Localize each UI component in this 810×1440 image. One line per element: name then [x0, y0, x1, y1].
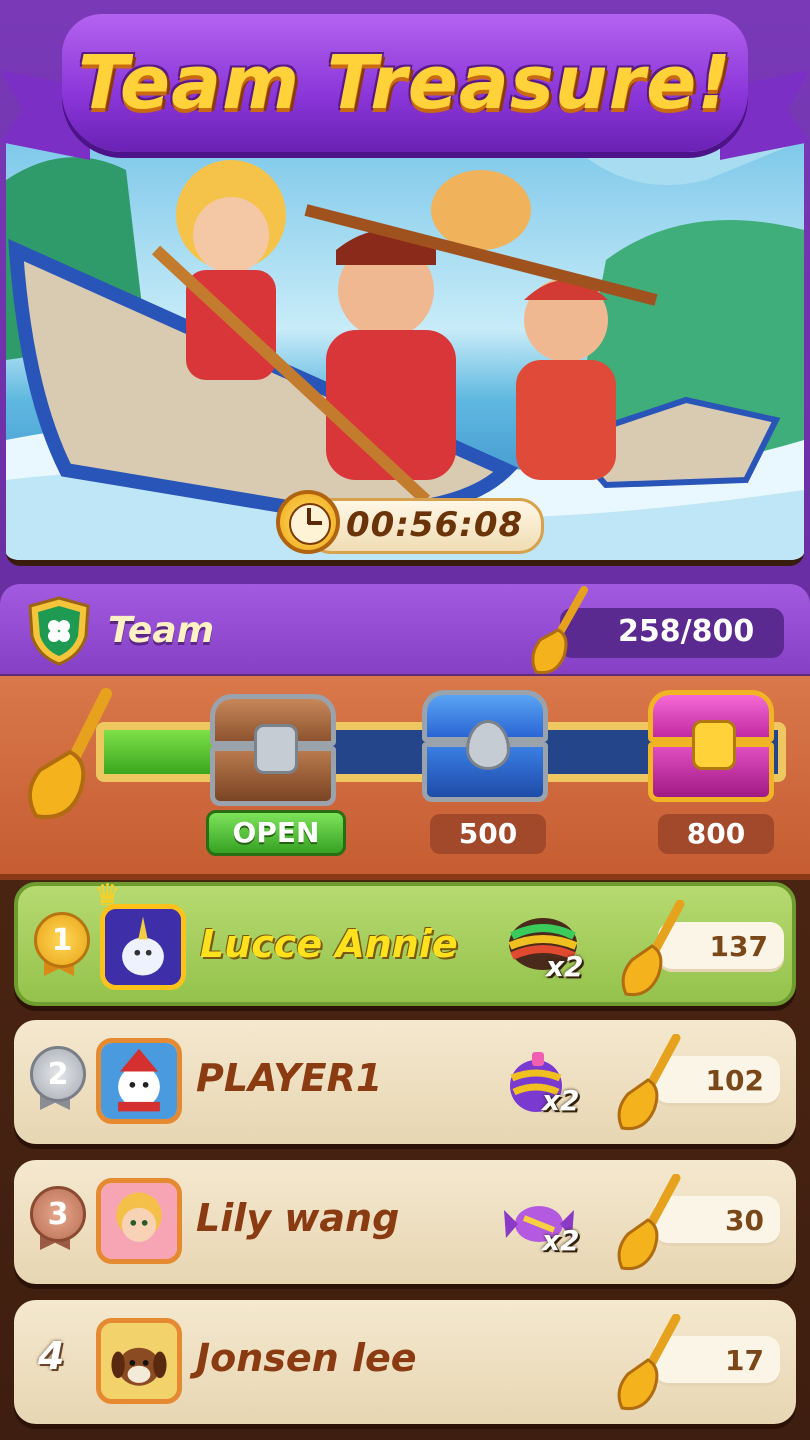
- player-row[interactable]: 1 ♛ Lucce Annie x2 137: [14, 878, 796, 1006]
- event-timer: 00:56:08: [276, 490, 544, 554]
- player-name: Jonsen lee: [196, 1336, 417, 1380]
- player-score: 102: [705, 1064, 764, 1097]
- clock-icon: [276, 490, 340, 554]
- rank-number: 4: [38, 1334, 65, 1378]
- player-name: Lucce Annie: [200, 922, 458, 966]
- title-banner: Team Treasure!: [62, 14, 748, 152]
- player-score: 30: [725, 1204, 764, 1237]
- pink-chest-threshold: 800: [658, 814, 774, 854]
- girl-avatar[interactable]: [96, 1178, 182, 1264]
- open-chest-button[interactable]: OPEN: [206, 810, 346, 856]
- puppy-avatar[interactable]: [96, 1318, 182, 1404]
- team-progress-text: 258/800: [618, 614, 755, 649]
- clover-shield-icon: [28, 596, 90, 666]
- bronze-medal-icon: 3: [30, 1186, 86, 1252]
- blue-chest-icon[interactable]: [422, 690, 548, 802]
- booster-multiplier: x2: [542, 1084, 580, 1117]
- player-name: Lily wang: [196, 1196, 400, 1240]
- silver-medal-icon: 2: [30, 1046, 86, 1112]
- big-oar-icon: [28, 688, 112, 819]
- booster-multiplier: x2: [546, 950, 584, 983]
- oar-icon: [531, 586, 588, 675]
- booster-multiplier: x2: [542, 1224, 580, 1257]
- team-label: Team: [108, 610, 215, 651]
- player-name: PLAYER1: [196, 1056, 383, 1100]
- player-score: 17: [725, 1344, 764, 1377]
- player-row[interactable]: 2 PLAYER1 x2 102: [14, 1020, 796, 1144]
- pink-chest-icon[interactable]: [648, 690, 774, 802]
- blue-chest-threshold: 500: [430, 814, 546, 854]
- page-title: Team Treasure!: [77, 40, 733, 126]
- timer-text: 00:56:08: [346, 505, 524, 545]
- gold-medal-icon: 1: [34, 912, 90, 978]
- player-row[interactable]: 3 Lily wang x2 30: [14, 1160, 796, 1284]
- player-row[interactable]: 4 Jonsen lee 17: [14, 1300, 796, 1424]
- unicorn-avatar[interactable]: [100, 904, 186, 990]
- snowman-avatar[interactable]: [96, 1038, 182, 1124]
- silver-chest-icon[interactable]: [210, 694, 336, 806]
- player-score: 137: [709, 930, 768, 963]
